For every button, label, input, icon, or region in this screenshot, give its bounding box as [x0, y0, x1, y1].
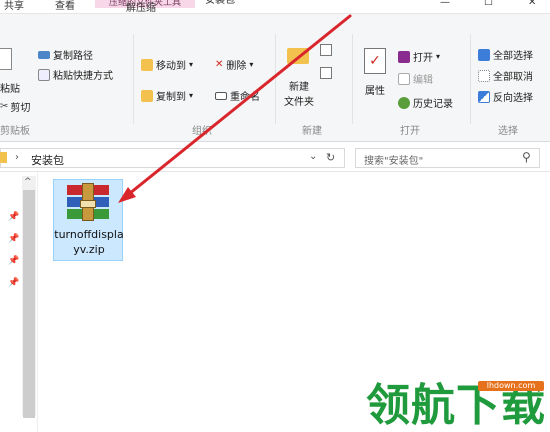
watermark-url: lhdown.com: [478, 381, 544, 391]
annotation-arrow: [118, 14, 352, 203]
